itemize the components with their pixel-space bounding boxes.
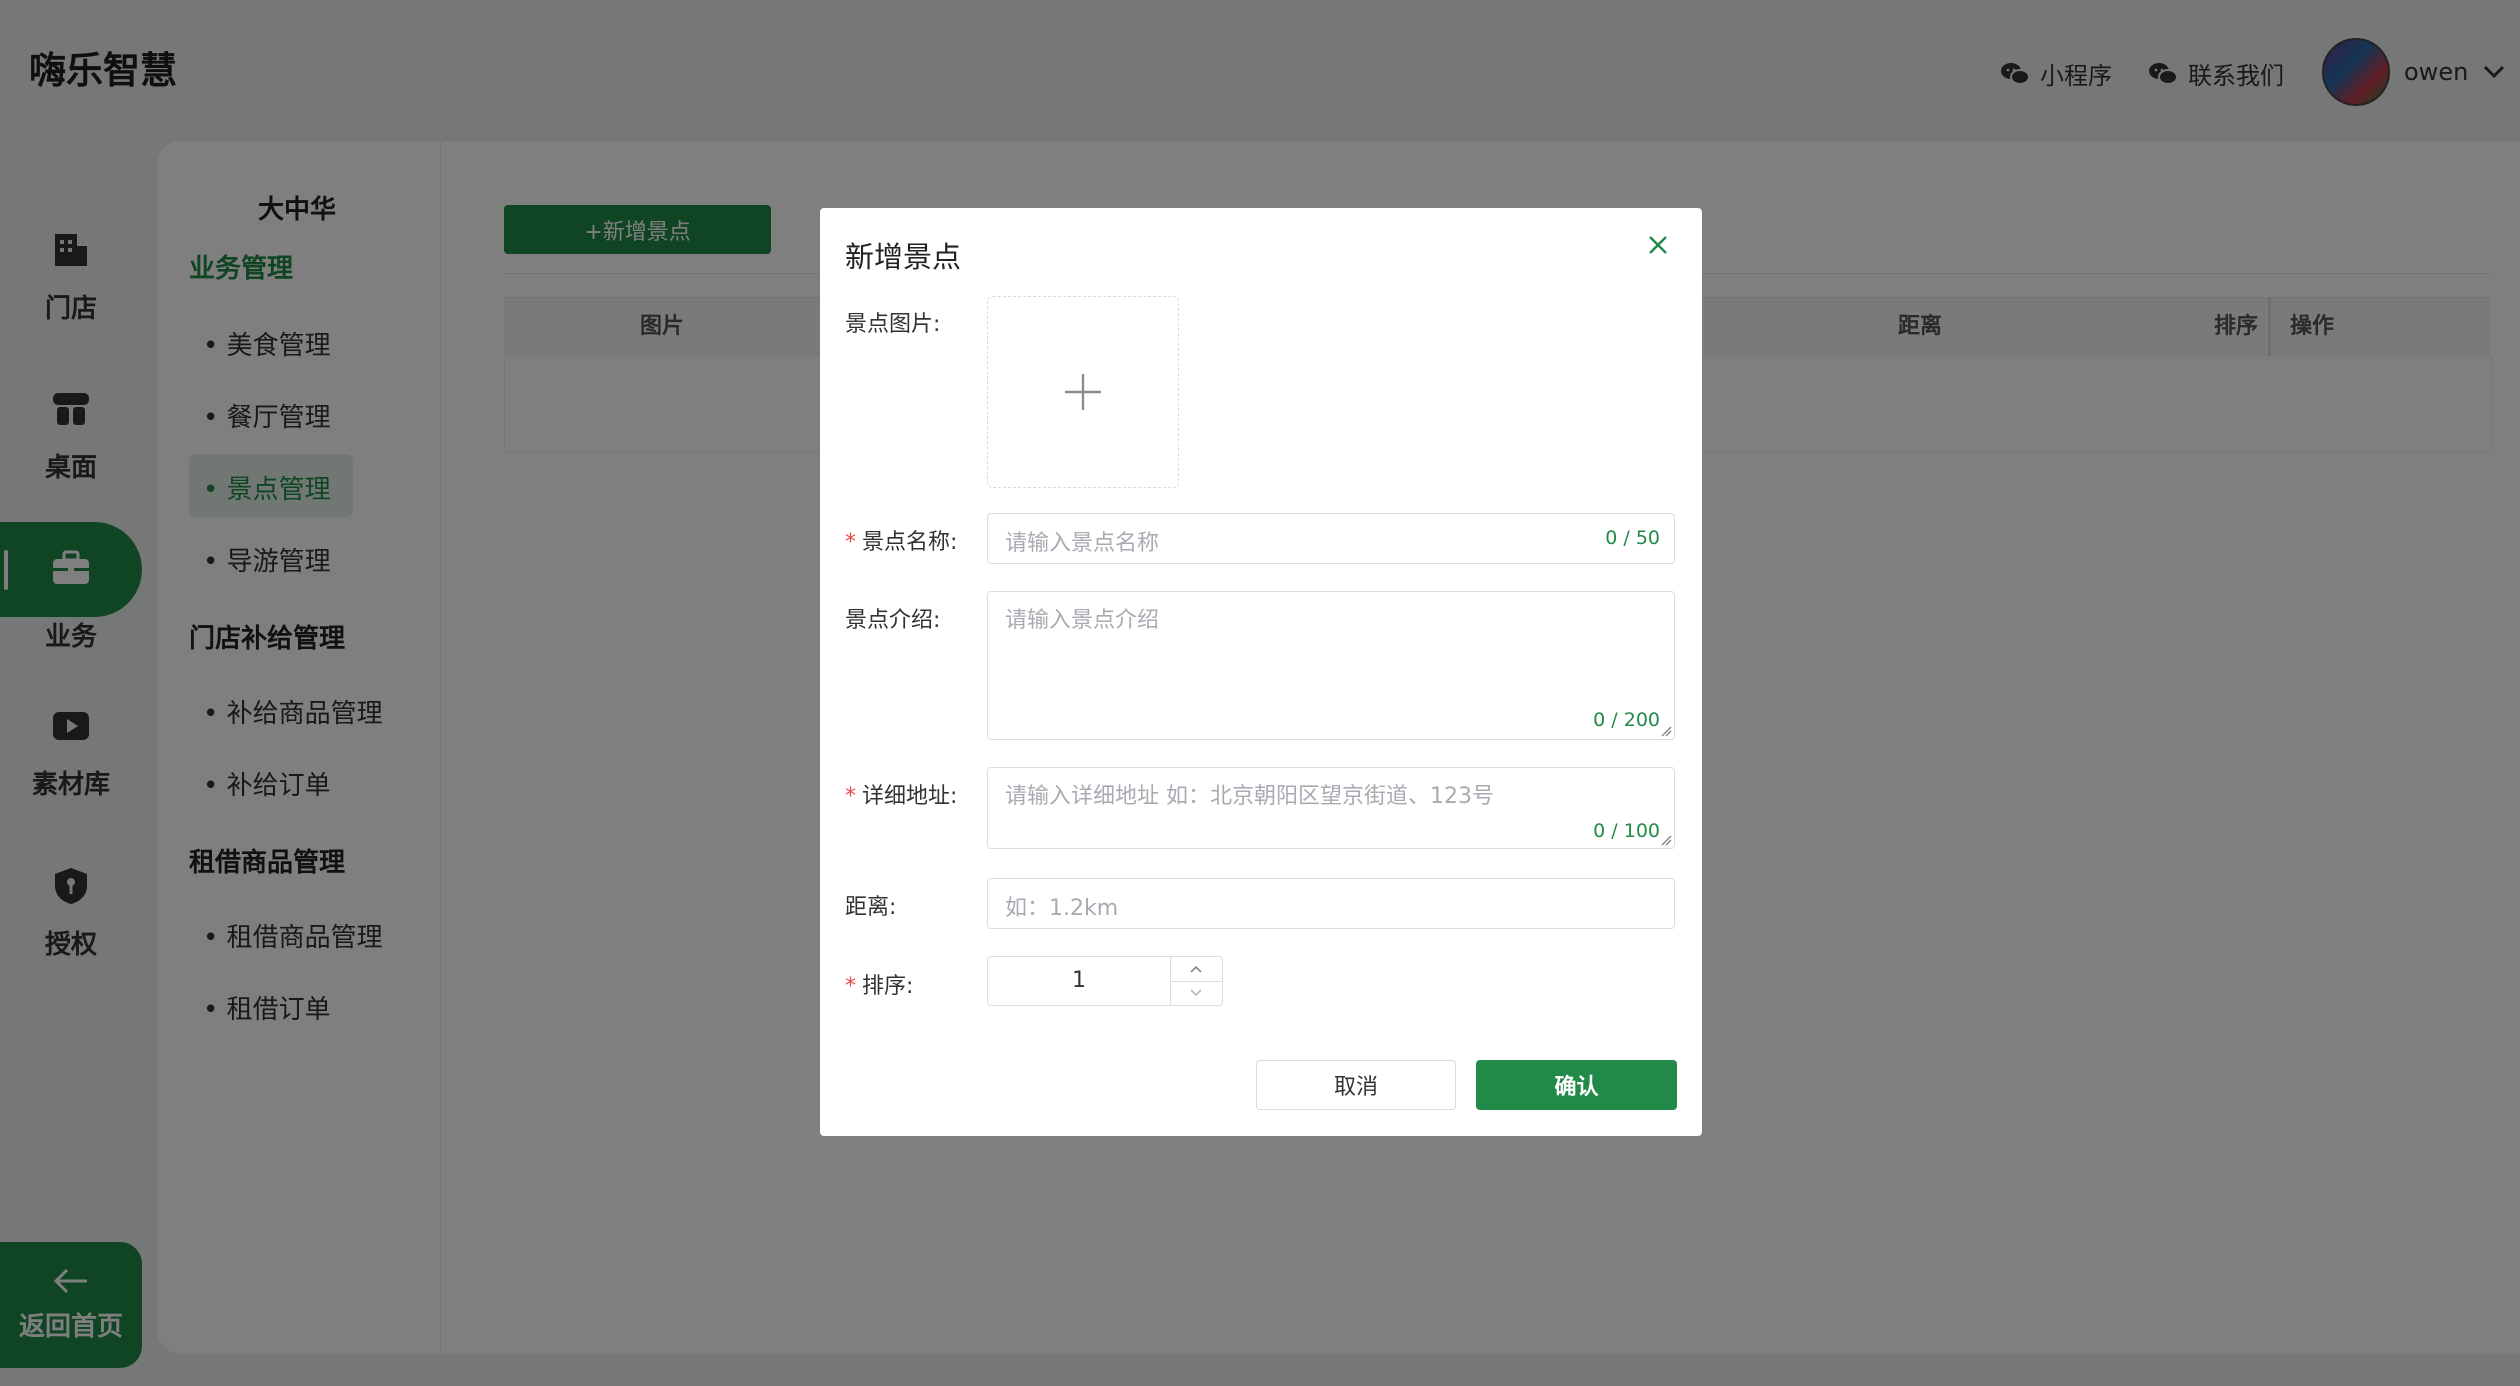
chevron-down-icon bbox=[1190, 989, 1202, 997]
chevron-up-icon bbox=[1190, 965, 1202, 973]
confirm-button[interactable]: 确认 bbox=[1476, 1060, 1677, 1110]
intro-placeholder: 请输入景点介绍 bbox=[1005, 608, 1160, 633]
name-placeholder: 请输入景点名称 bbox=[1005, 531, 1160, 556]
dialog-title: 新增景点 bbox=[845, 240, 962, 274]
distance-placeholder: 如：1.2km bbox=[1005, 896, 1119, 921]
required-mark: * bbox=[845, 974, 856, 999]
address-char-count: 0 / 100 bbox=[1593, 820, 1660, 842]
add-scenic-dialog: 新增景点 景点图片: * 景点名称: 请输入景点名称 0 / 50 景点介绍: 请… bbox=[820, 208, 1702, 1136]
resize-handle-icon[interactable] bbox=[1660, 834, 1672, 846]
image-label: 景点图片: bbox=[845, 312, 941, 337]
intro-label: 景点介绍: bbox=[845, 608, 941, 633]
cancel-button[interactable]: 取消 bbox=[1256, 1060, 1456, 1110]
sort-stepper[interactable]: 1 bbox=[987, 956, 1223, 1006]
distance-label: 距离: bbox=[845, 895, 897, 920]
address-label: * 详细地址: bbox=[845, 778, 957, 810]
resize-handle-icon[interactable] bbox=[1660, 725, 1672, 737]
name-label-text: 景点名称: bbox=[862, 530, 958, 555]
intro-char-count: 0 / 200 bbox=[1593, 709, 1660, 731]
address-textarea[interactable]: 请输入详细地址 如：北京朝阳区望京街道、123号 0 / 100 bbox=[987, 767, 1675, 849]
stepper-increase-button[interactable] bbox=[1171, 957, 1222, 982]
name-char-count: 0 / 50 bbox=[1605, 527, 1660, 549]
close-icon[interactable] bbox=[1645, 232, 1671, 258]
required-mark: * bbox=[845, 784, 856, 809]
name-label: * 景点名称: bbox=[845, 524, 957, 556]
sort-value[interactable]: 1 bbox=[988, 957, 1170, 1005]
plus-icon bbox=[1065, 374, 1101, 410]
required-mark: * bbox=[845, 530, 856, 555]
address-label-text: 详细地址: bbox=[862, 784, 958, 809]
image-upload-box[interactable] bbox=[987, 296, 1179, 488]
sort-label: * 排序: bbox=[845, 968, 913, 1000]
sort-label-text: 排序: bbox=[862, 974, 914, 999]
intro-textarea[interactable]: 请输入景点介绍 0 / 200 bbox=[987, 591, 1675, 740]
distance-input[interactable]: 如：1.2km bbox=[987, 878, 1675, 929]
name-input[interactable]: 请输入景点名称 0 / 50 bbox=[987, 513, 1675, 564]
address-placeholder: 请输入详细地址 如：北京朝阳区望京街道、123号 bbox=[1005, 784, 1494, 809]
stepper-decrease-button[interactable] bbox=[1171, 982, 1222, 1005]
